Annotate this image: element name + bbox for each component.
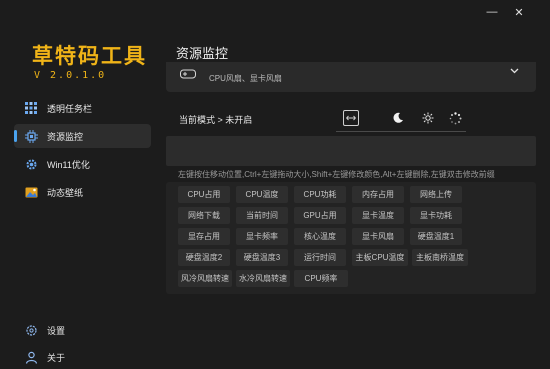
- mode-toolbar: [336, 106, 466, 132]
- chevron-down-icon[interactable]: [510, 66, 519, 77]
- mode-row: 当前模式 > 未开启: [166, 104, 536, 132]
- sidebar-item-live-wallpaper[interactable]: 动态壁纸: [14, 180, 151, 204]
- resize-icon[interactable]: [343, 110, 359, 126]
- sidebar-item-label: 动态壁纸: [47, 187, 84, 198]
- metric-chip[interactable]: CPU功耗: [294, 186, 346, 203]
- page-title: 资源监控: [176, 46, 229, 61]
- metric-chip[interactable]: 显卡温度: [352, 207, 404, 224]
- metric-chip[interactable]: 风冷风扇转速: [178, 270, 232, 287]
- metric-chip[interactable]: 显卡风扇: [352, 228, 404, 245]
- sidebar-item-transparent-taskbar[interactable]: 透明任务栏: [14, 96, 151, 120]
- metric-chip[interactable]: 显存占用: [178, 228, 230, 245]
- gear-icon: [24, 157, 38, 171]
- active-indicator: [14, 130, 17, 142]
- sidebar-item-resource-monitor[interactable]: 资源监控: [14, 124, 151, 148]
- sidebar-item-label: Win11优化: [47, 159, 90, 170]
- loading-icon[interactable]: [447, 110, 463, 126]
- user-icon: [24, 350, 38, 364]
- metric-chip[interactable]: 硬盘温度2: [178, 249, 230, 266]
- chip-icon: [24, 129, 38, 143]
- fan-monitor-card[interactable]: CPU风扇、显卡风扇: [166, 62, 536, 92]
- gamepad-icon: [180, 66, 196, 84]
- metric-chip[interactable]: 主板南桥温度: [412, 249, 468, 266]
- metric-chip[interactable]: 水冷风扇转速: [236, 270, 290, 287]
- sidebar-item-settings[interactable]: 设置: [14, 318, 151, 342]
- metric-chip[interactable]: CPU占用: [178, 186, 230, 203]
- metric-chip[interactable]: CPU温度: [236, 186, 288, 203]
- settings-icon: [24, 323, 38, 337]
- current-mode-label: 当前模式 > 未开启: [179, 115, 253, 125]
- metric-chip[interactable]: 硬盘温度3: [236, 249, 288, 266]
- metric-chip[interactable]: 核心温度: [294, 228, 346, 245]
- sun-icon[interactable]: [420, 110, 436, 126]
- metric-chip[interactable]: 当前时间: [236, 207, 288, 224]
- metric-chip-panel: CPU占用 CPU温度 CPU功耗 内存占用 网络上传网络下载 当前时间 GPU占用 显卡温度…: [166, 182, 536, 294]
- metric-chip[interactable]: 主板CPU温度: [352, 249, 408, 266]
- wallpaper-icon: [24, 185, 38, 199]
- metric-chip[interactable]: GPU占用: [294, 207, 346, 224]
- app-logo: 草特码工具: [32, 43, 147, 68]
- metric-chip[interactable]: 网络上传: [410, 186, 462, 203]
- usage-hint: 左键按住移动位置,Ctrl+左键拖动大小,Shift+左键修改颜色,Alt+左键…: [178, 170, 495, 179]
- metric-chip[interactable]: 硬盘温度1: [410, 228, 462, 245]
- metric-chip[interactable]: CPU频率: [294, 270, 348, 287]
- close-button[interactable]: ✕: [512, 5, 526, 19]
- sidebar-item-label: 透明任务栏: [47, 103, 93, 114]
- metric-chip[interactable]: 运行时间: [294, 249, 346, 266]
- taskbar-grid-icon: [24, 101, 38, 115]
- sidebar-item-label: 设置: [47, 325, 66, 336]
- sidebar-item-win11-optimize[interactable]: Win11优化: [14, 152, 151, 176]
- sidebar-item-label: 资源监控: [47, 131, 84, 142]
- minimize-button[interactable]: —: [485, 5, 499, 19]
- metric-chip[interactable]: 内存占用: [352, 186, 404, 203]
- sidebar-item-label: 关于: [47, 352, 66, 363]
- preview-area[interactable]: [166, 136, 536, 166]
- sidebar-item-about[interactable]: 关于: [14, 345, 151, 369]
- app-version: V 2.0.1.0: [34, 70, 107, 81]
- card-subtitle: CPU风扇、显卡风扇: [209, 74, 282, 83]
- moon-icon[interactable]: [390, 110, 406, 126]
- sidebar: 草特码工具 V 2.0.1.0 透明任务栏 资源监控 Win11优化 动态壁纸 …: [0, 0, 160, 369]
- metric-chip[interactable]: 显卡功耗: [410, 207, 462, 224]
- metric-chip[interactable]: 网络下载: [178, 207, 230, 224]
- metric-chip[interactable]: 显卡频率: [236, 228, 288, 245]
